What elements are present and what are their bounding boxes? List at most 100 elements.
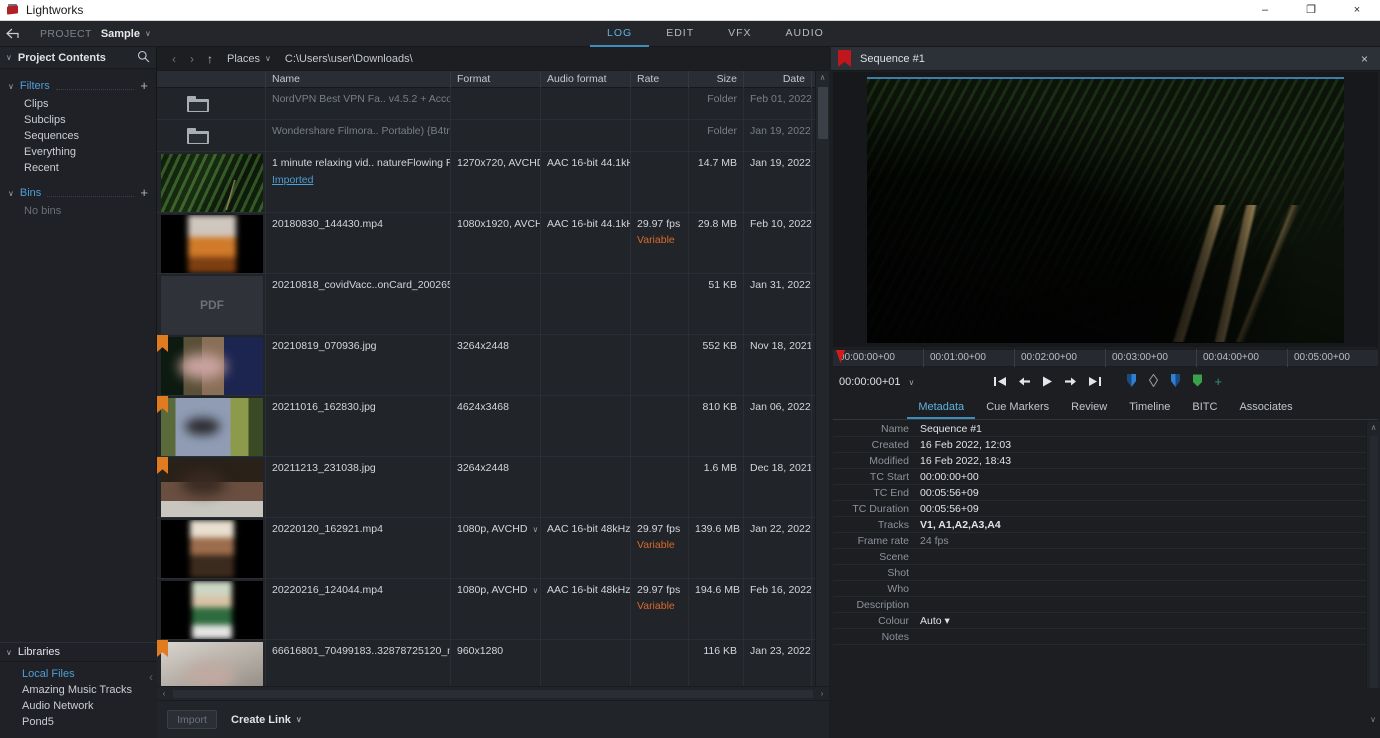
sidebar-item-everything[interactable]: Everything bbox=[0, 144, 156, 160]
audio-format-cell[interactable] bbox=[541, 120, 631, 151]
library-item-pond5[interactable]: Pond5 bbox=[0, 714, 157, 730]
file-row[interactable]: 20211016_162830.jpg 4624x3468 810 KB Jan 06… bbox=[157, 396, 829, 457]
metadata-value[interactable]: V1, A1,A2,A3,A4 bbox=[918, 519, 1378, 531]
date-cell[interactable]: Jan 06, 2022 bbox=[744, 396, 812, 456]
file-thumbnail-cell[interactable] bbox=[157, 396, 266, 456]
file-table-hscrollbar[interactable]: ‹ › bbox=[157, 686, 829, 700]
file-name-cell[interactable]: 1 minute relaxing vid.. natureFlowing Ri… bbox=[266, 152, 451, 212]
chevron-down-icon[interactable]: ∨ bbox=[532, 525, 538, 534]
column-header-size[interactable]: Size bbox=[689, 71, 744, 88]
size-cell[interactable]: 29.8 MB bbox=[689, 213, 744, 273]
scrollbar-thumb[interactable] bbox=[818, 87, 828, 139]
size-cell[interactable]: 552 KB bbox=[689, 335, 744, 395]
hscroll-right-icon[interactable]: › bbox=[815, 689, 829, 698]
tab-review[interactable]: Review bbox=[1060, 401, 1118, 419]
file-thumbnail-cell[interactable] bbox=[157, 457, 266, 517]
close-sequence-icon[interactable]: × bbox=[1361, 52, 1368, 66]
file-name-cell[interactable]: 20210818_covidVacc..onCard_200265.pdf bbox=[266, 274, 451, 334]
metadata-value[interactable]: 16 Feb 2022, 18:43 bbox=[918, 455, 1378, 467]
nav-forward-icon[interactable]: › bbox=[183, 52, 201, 66]
search-icon[interactable] bbox=[137, 50, 150, 66]
file-name-cell[interactable]: 20220216_124044.mp4 bbox=[266, 579, 451, 639]
size-cell[interactable]: 194.6 MB bbox=[689, 579, 744, 639]
nav-up-icon[interactable]: ↑ bbox=[201, 52, 219, 66]
libraries-header[interactable]: ∨ Libraries bbox=[0, 642, 157, 662]
column-header-rate[interactable]: Rate bbox=[631, 71, 689, 88]
file-name-cell[interactable]: 20220120_162921.mp4 bbox=[266, 518, 451, 578]
library-item-amazing-music-tracks[interactable]: Amazing Music Tracks bbox=[0, 682, 157, 698]
places-dropdown[interactable]: Places bbox=[227, 53, 260, 65]
step-forward-icon[interactable] bbox=[1064, 376, 1077, 389]
mark-in-icon[interactable] bbox=[1126, 374, 1137, 390]
rate-cell[interactable]: 29.97 fps Variable bbox=[631, 213, 689, 273]
chevron-down-icon[interactable]: ∨ bbox=[265, 54, 271, 63]
nav-back-icon[interactable]: ‹ bbox=[165, 52, 183, 66]
metadata-value[interactable]: 16 Feb 2022, 12:03 bbox=[918, 439, 1378, 451]
hscroll-left-icon[interactable]: ‹ bbox=[157, 689, 171, 698]
column-header-thumb[interactable] bbox=[157, 71, 266, 88]
rate-cell[interactable] bbox=[631, 396, 689, 456]
file-thumbnail-cell[interactable]: PDF bbox=[157, 274, 266, 334]
file-thumbnail-cell[interactable] bbox=[157, 88, 266, 119]
size-cell[interactable]: 810 KB bbox=[689, 396, 744, 456]
format-cell[interactable]: 1080p, AVCHD ∨ bbox=[451, 579, 541, 639]
tab-timeline[interactable]: Timeline bbox=[1118, 401, 1181, 419]
mark-out-icon[interactable] bbox=[1170, 374, 1181, 390]
file-row[interactable]: 20211213_231038.jpg 3264x2448 1.6 MB Dec 18… bbox=[157, 457, 829, 518]
project-name[interactable]: Sample bbox=[101, 28, 140, 40]
file-name-cell[interactable]: Wondershare Filmora.. Portable) {B4tman} bbox=[266, 120, 451, 151]
audio-format-cell[interactable] bbox=[541, 335, 631, 395]
chevron-down-icon[interactable]: ∨ bbox=[532, 586, 538, 595]
file-row[interactable]: Wondershare Filmora.. Portable) {B4tman}… bbox=[157, 120, 829, 152]
play-icon[interactable] bbox=[1042, 376, 1053, 389]
rate-cell[interactable] bbox=[631, 120, 689, 151]
sidebar-item-recent[interactable]: Recent bbox=[0, 160, 156, 176]
scroll-up-icon[interactable]: ∧ bbox=[1367, 421, 1380, 434]
add-filter-icon[interactable]: + bbox=[140, 79, 148, 92]
date-cell[interactable]: Jan 31, 2022 bbox=[744, 274, 812, 334]
date-cell[interactable]: Jan 19, 2022 bbox=[744, 152, 812, 212]
library-item-audio-network[interactable]: Audio Network bbox=[0, 698, 157, 714]
size-cell[interactable]: 14.7 MB bbox=[689, 152, 744, 212]
sidebar-item-clips[interactable]: Clips bbox=[0, 96, 156, 112]
file-row[interactable]: 20220120_162921.mp4 1080p, AVCHD ∨ AAC 16-b… bbox=[157, 518, 829, 579]
file-row[interactable]: 1 minute relaxing vid.. natureFlowing Ri… bbox=[157, 152, 829, 213]
date-cell[interactable]: Nov 18, 2021 bbox=[744, 335, 812, 395]
file-name-cell[interactable]: 20211016_162830.jpg bbox=[266, 396, 451, 456]
size-cell[interactable]: 1.6 MB bbox=[689, 457, 744, 517]
size-cell[interactable]: Folder bbox=[689, 88, 744, 119]
file-thumbnail-cell[interactable] bbox=[157, 120, 266, 151]
bins-section-header[interactable]: ∨ Bins + bbox=[0, 183, 156, 203]
audio-format-cell[interactable]: AAC 16-bit 44.1kHz bbox=[541, 213, 631, 273]
format-cell[interactable] bbox=[451, 274, 541, 334]
close-window-button[interactable]: × bbox=[1334, 0, 1380, 21]
file-row[interactable]: 20210819_070936.jpg 3264x2448 552 KB Nov 18… bbox=[157, 335, 829, 396]
format-cell[interactable]: 3264x2448 bbox=[451, 335, 541, 395]
rate-cell[interactable] bbox=[631, 274, 689, 334]
format-cell[interactable]: 1270x720, AVCHD bbox=[451, 152, 541, 212]
column-header-date[interactable]: Date bbox=[744, 71, 812, 88]
date-cell[interactable]: Dec 18, 2021 bbox=[744, 457, 812, 517]
file-row[interactable]: PDF 20210818_covidVacc..onCard_200265.pdf… bbox=[157, 274, 829, 335]
format-cell[interactable]: 1080x1920, AVCHD bbox=[451, 213, 541, 273]
date-cell[interactable]: Feb 01, 2022 bbox=[744, 88, 812, 119]
file-thumbnail-cell[interactable] bbox=[157, 213, 266, 273]
back-arrow-icon[interactable] bbox=[0, 21, 26, 47]
sidebar-item-sequences[interactable]: Sequences bbox=[0, 128, 156, 144]
tab-cue-markers[interactable]: Cue Markers bbox=[975, 401, 1060, 419]
scroll-up-icon[interactable]: ∧ bbox=[816, 71, 829, 84]
add-marker-icon[interactable]: + bbox=[1214, 375, 1224, 389]
maximize-button[interactable]: ❐ bbox=[1288, 0, 1334, 21]
file-thumbnail-cell[interactable] bbox=[157, 152, 266, 212]
add-bin-icon[interactable]: + bbox=[140, 186, 148, 199]
date-cell[interactable]: Jan 22, 2022 bbox=[744, 518, 812, 578]
mark-clear-icon[interactable] bbox=[1148, 373, 1159, 390]
project-contents-header[interactable]: ∨ Project Contents bbox=[0, 47, 156, 69]
file-row[interactable]: NordVPN Best VPN Fa.. v4.5.2 + Accounts F… bbox=[157, 88, 829, 120]
file-row[interactable]: 20180830_144430.mp4 1080x1920, AVCHD AAC 1… bbox=[157, 213, 829, 274]
chevron-down-icon[interactable]: ∨ bbox=[145, 29, 151, 38]
sidebar-item-subclips[interactable]: Subclips bbox=[0, 112, 156, 128]
metadata-value[interactable]: 24 fps bbox=[918, 535, 1378, 547]
format-cell[interactable]: 4624x3468 bbox=[451, 396, 541, 456]
chevron-down-icon[interactable]: ∨ bbox=[908, 378, 914, 387]
